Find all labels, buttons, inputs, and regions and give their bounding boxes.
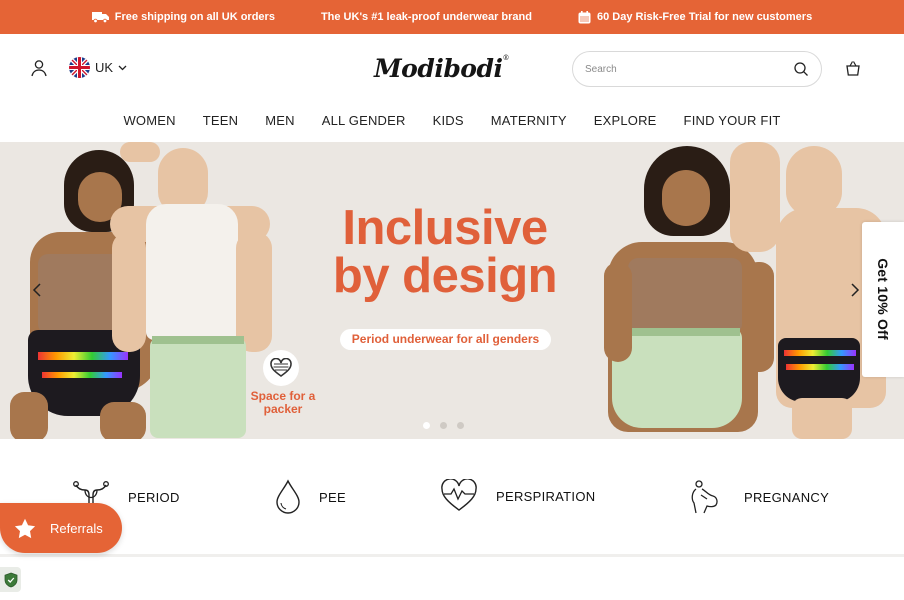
search-input[interactable] <box>585 63 793 75</box>
announcement-trial-text: 60 Day Risk-Free Trial for new customers <box>597 11 813 23</box>
shield-icon <box>4 572 17 587</box>
discount-side-tab[interactable]: Get 10% Off <box>862 222 904 377</box>
announcement-brand-text: The UK's #1 leak-proof underwear brand <box>320 11 532 23</box>
hero-headline-line1: Inclusive <box>342 201 548 255</box>
hero-dot-3[interactable] <box>457 422 464 429</box>
category-perspiration[interactable]: PERSPIRATION <box>440 479 595 513</box>
category-pregnancy[interactable]: PREGNANCY <box>688 479 829 515</box>
category-pee-label: PEE <box>319 489 346 505</box>
packer-badge <box>263 350 299 386</box>
hero-headline-line2: by design <box>332 249 558 303</box>
heart-icon <box>270 358 292 377</box>
announcement-brand: The UK's #1 leak-proof underwear brand <box>321 11 532 23</box>
main-nav: WOMEN TEEN MEN ALL GENDER KIDS MATERNITY… <box>0 104 904 142</box>
registered-mark: ® <box>502 54 509 62</box>
search-bar[interactable] <box>572 51 822 87</box>
packer-badge-text: Space for a packer <box>250 389 316 416</box>
pregnancy-icon <box>691 480 718 514</box>
nav-item-men[interactable]: MEN <box>265 113 295 128</box>
nav-item-all-gender[interactable]: ALL GENDER <box>322 113 406 128</box>
nav-item-explore[interactable]: EXPLORE <box>594 113 657 128</box>
category-pee[interactable]: PEE <box>275 479 346 515</box>
nav-item-maternity[interactable]: MATERNITY <box>491 113 567 128</box>
referrals-label: Referrals <box>50 520 103 536</box>
hero-banner[interactable]: Inclusive by design Period underwear for… <box>0 142 904 439</box>
brand-logo-text: Modibodi <box>374 54 503 83</box>
search-icon[interactable] <box>793 61 809 77</box>
hero-next-arrow[interactable] <box>846 282 862 298</box>
hero-dot-1[interactable] <box>423 422 430 429</box>
locale-label: UK <box>95 60 114 75</box>
nav-item-teen[interactable]: TEEN <box>203 113 238 128</box>
nav-item-find-your-fit[interactable]: FIND YOUR FIT <box>684 113 781 128</box>
droplet-icon <box>276 479 300 514</box>
category-row: PERIOD PEE PERSPIRATION PREGNANCY <box>0 439 904 554</box>
calendar-icon <box>578 10 591 23</box>
hero-prev-arrow[interactable] <box>30 282 46 298</box>
site-header: UK Modibodi® <box>0 34 904 104</box>
account-icon[interactable] <box>30 59 48 77</box>
star-icon <box>14 518 36 538</box>
nav-item-kids[interactable]: KIDS <box>433 113 464 128</box>
referrals-button[interactable]: Referrals <box>0 503 122 553</box>
category-pregnancy-label: PREGNANCY <box>744 489 830 505</box>
category-period-label: PERIOD <box>128 489 180 505</box>
hero-dot-2[interactable] <box>440 422 447 429</box>
uk-flag-icon <box>69 57 90 78</box>
locale-selector[interactable]: UK <box>69 57 127 78</box>
hero-pagination <box>423 422 464 429</box>
security-badge[interactable] <box>0 567 21 592</box>
cart-icon[interactable] <box>845 60 861 76</box>
hero-headline: Inclusive by design <box>300 201 590 303</box>
announcement-bar: Free shipping on all UK orders The UK's … <box>0 0 904 34</box>
truck-icon <box>91 12 109 23</box>
heartbeat-icon <box>441 479 477 511</box>
chevron-down-icon <box>118 65 127 70</box>
nav-item-women[interactable]: WOMEN <box>123 113 175 128</box>
announcement-trial: 60 Day Risk-Free Trial for new customers <box>578 10 813 24</box>
discount-side-tab-label: Get 10% Off <box>875 258 891 340</box>
hero-subheadline: Period underwear for all genders <box>340 329 551 350</box>
section-divider <box>0 554 904 557</box>
brand-logo[interactable]: Modibodi® <box>374 54 509 83</box>
announcement-shipping-text: Free shipping on all UK orders <box>114 11 275 23</box>
category-perspiration-label: PERSPIRATION <box>496 488 596 504</box>
announcement-shipping: Free shipping on all UK orders <box>91 11 275 23</box>
